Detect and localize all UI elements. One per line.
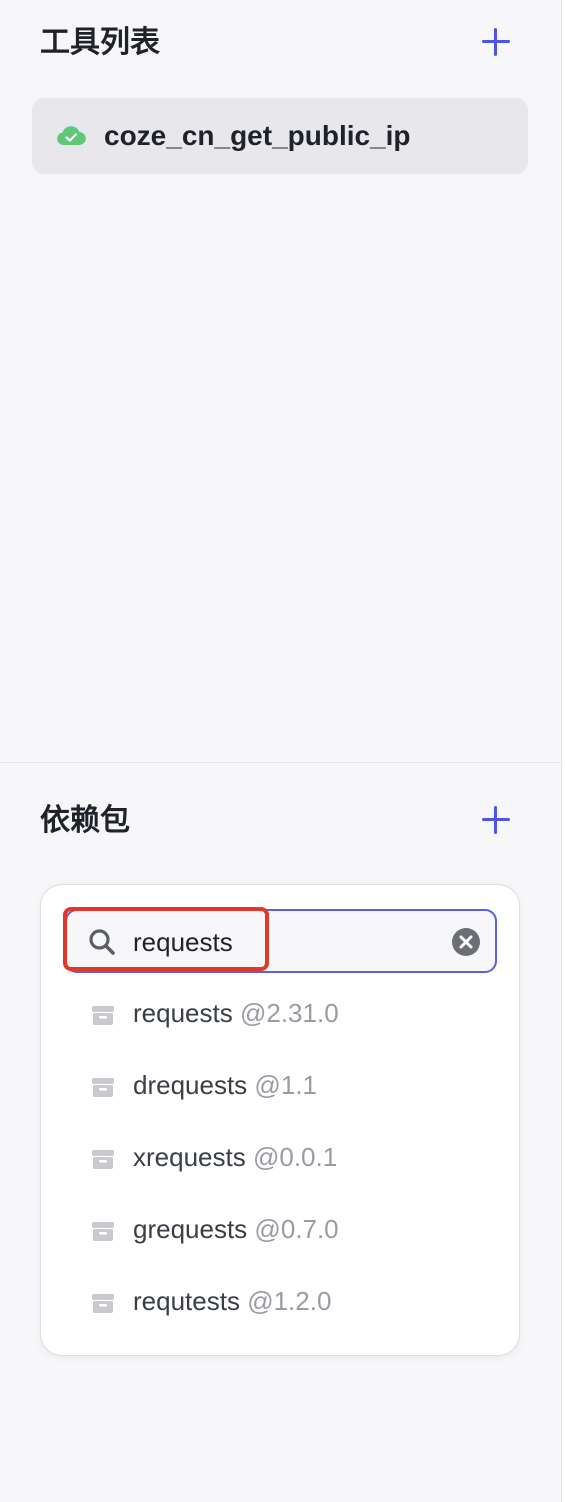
package-name: grequests: [133, 1214, 248, 1244]
tools-section-title: 工具列表: [40, 25, 160, 60]
package-version: @0.0.1: [252, 1142, 338, 1172]
search-input[interactable]: [133, 923, 433, 961]
add-dependency-button[interactable]: [480, 804, 512, 836]
add-tool-button[interactable]: [480, 26, 512, 58]
section-divider: [0, 762, 561, 763]
tool-item[interactable]: coze_cn_get_public_ip: [32, 98, 528, 174]
package-icon: [92, 1294, 114, 1313]
adjacent-panel-edge: [562, 0, 566, 1502]
package-icon: [92, 1006, 114, 1025]
package-result-item[interactable]: drequests @1.1: [41, 1055, 519, 1115]
deps-section-title: 依赖包: [40, 803, 130, 838]
dependency-search-dropdown: requests @2.31.0 drequests @1.1 xrequest…: [40, 884, 520, 1356]
package-version: @1.2.0: [247, 1286, 332, 1316]
search-field[interactable]: [65, 909, 497, 973]
package-version: @0.7.0: [254, 1214, 339, 1244]
package-name: xrequests: [133, 1142, 246, 1172]
package-icon: [92, 1150, 114, 1169]
clear-circle-icon[interactable]: [451, 927, 481, 957]
package-result-item[interactable]: requests @2.31.0: [41, 983, 519, 1043]
tool-item-label: coze_cn_get_public_ip: [104, 120, 411, 151]
package-version: @2.31.0: [239, 998, 339, 1028]
package-name: requtests: [133, 1286, 240, 1316]
package-name: requests: [133, 998, 233, 1028]
package-result-item[interactable]: grequests @0.7.0: [41, 1199, 519, 1259]
package-icon: [92, 1078, 114, 1097]
package-result-item[interactable]: requtests @1.2.0: [41, 1271, 519, 1331]
package-version: @1.1: [254, 1070, 317, 1100]
package-icon: [92, 1222, 114, 1241]
search-icon: [89, 929, 115, 955]
package-name: drequests: [133, 1070, 248, 1100]
package-result-item[interactable]: xrequests @0.0.1: [41, 1127, 519, 1187]
cloud-check-icon: [57, 126, 86, 146]
